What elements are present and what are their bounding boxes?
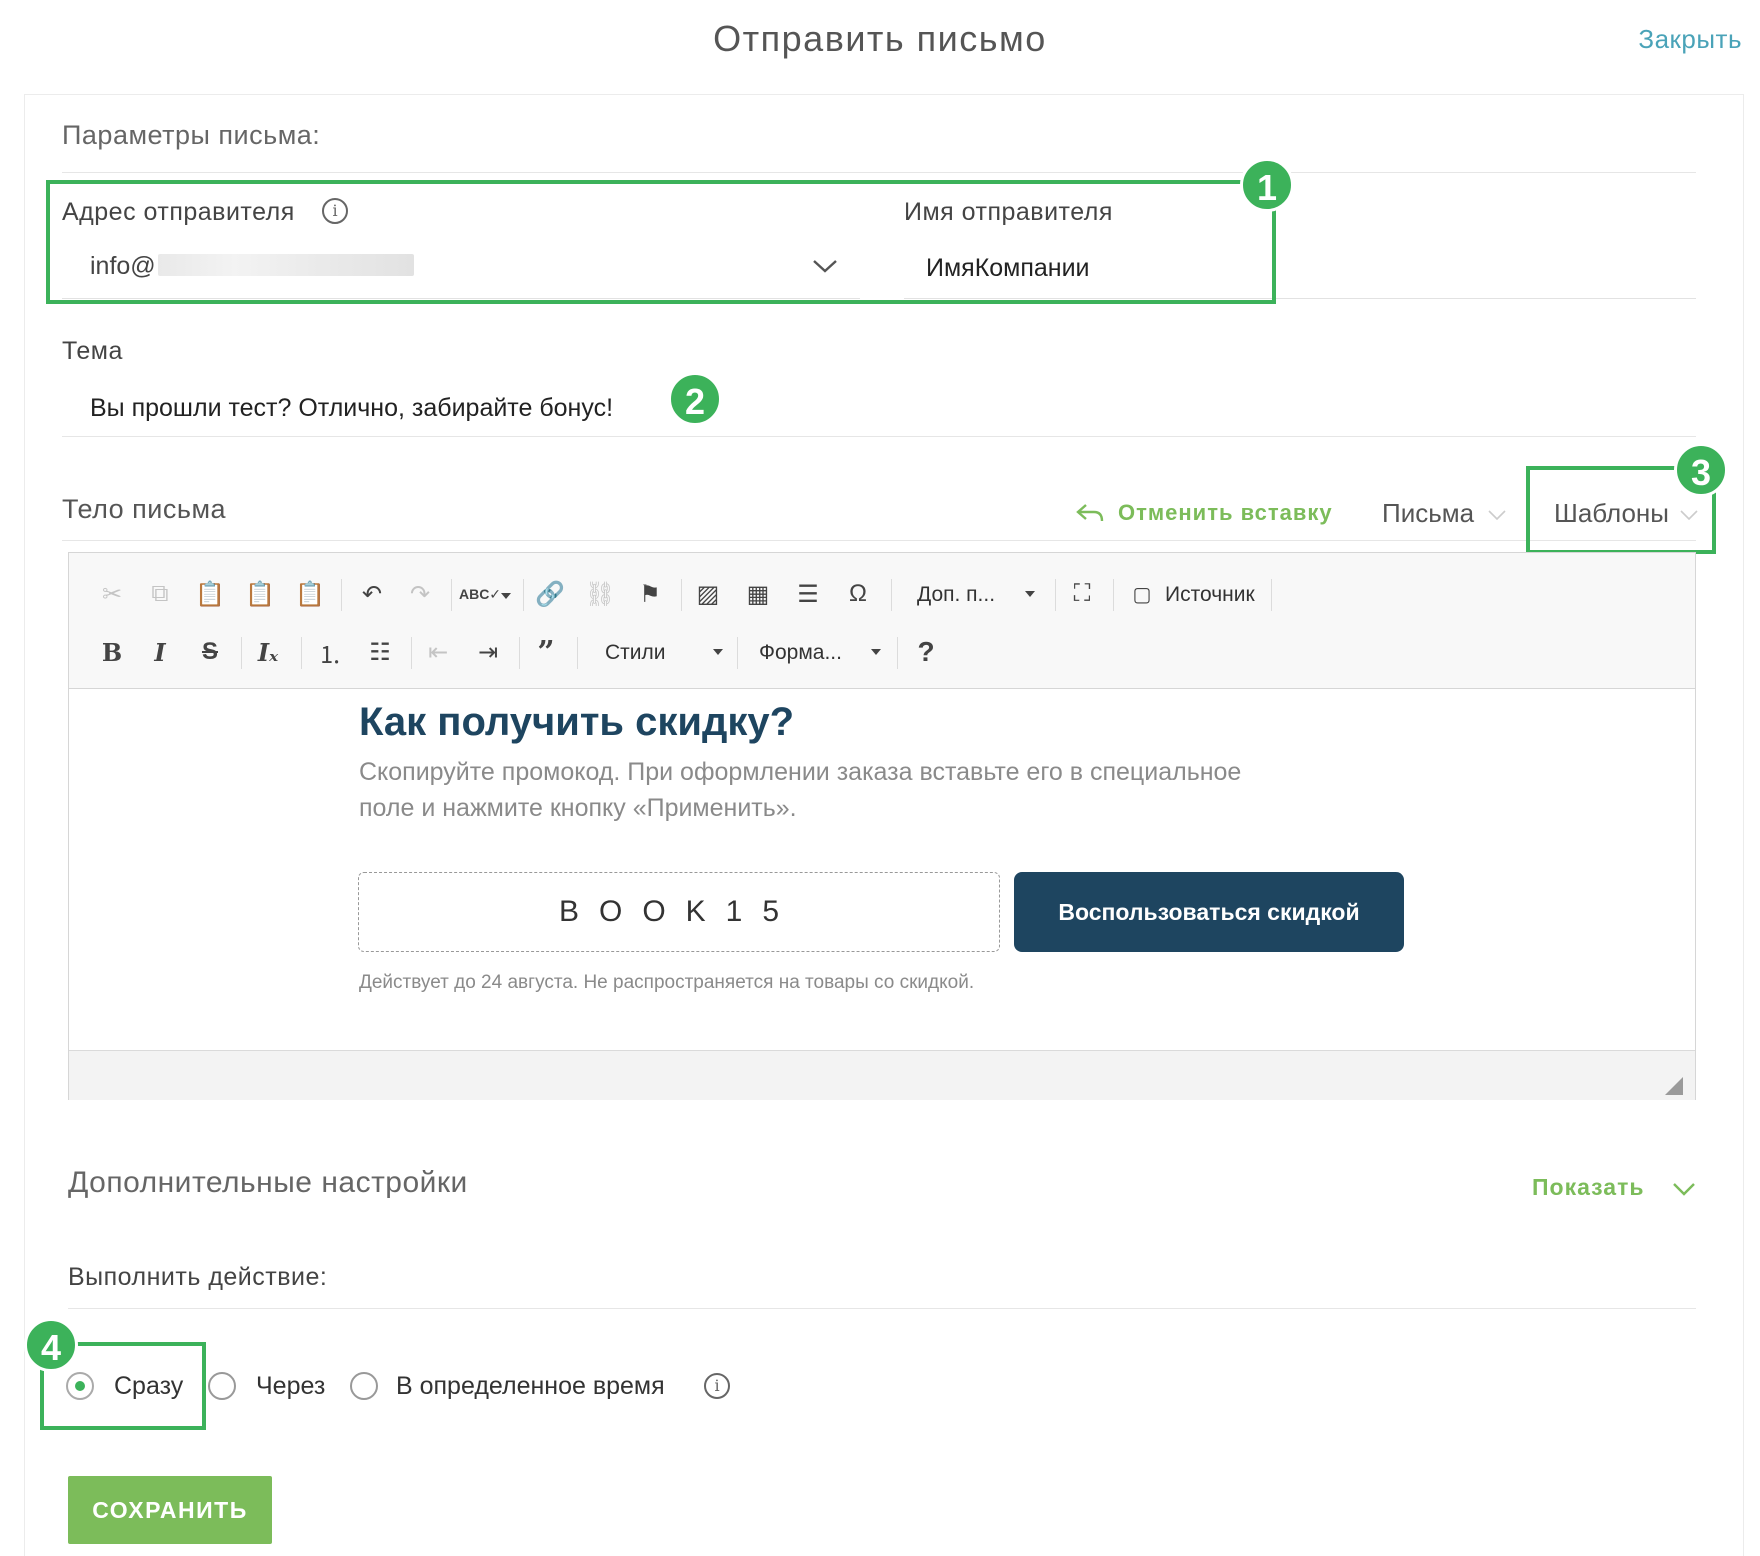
page-title: Отправить письмо [713, 18, 1047, 59]
promo-code-box[interactable]: BOOK15 [358, 872, 1000, 952]
link-icon[interactable]: 🔗 [533, 577, 567, 611]
outdent-icon[interactable]: ⇤ [421, 635, 455, 669]
resize-handle-icon[interactable] [1665, 1077, 1683, 1095]
divider [68, 1308, 1696, 1309]
horizontal-line-icon[interactable]: ☰ [791, 577, 825, 611]
maximize-icon[interactable]: ⛶ [1065, 577, 1099, 611]
radio-after-label: Через [256, 1372, 326, 1400]
help-icon[interactable]: ? [909, 635, 943, 669]
undo-insert-label: Отменить вставку [1118, 500, 1333, 525]
table-icon[interactable]: ▦ [741, 577, 775, 611]
chevron-down-icon [1488, 510, 1506, 520]
undo-icon[interactable]: ↶ [355, 577, 389, 611]
params-section-label: Параметры письма: [62, 120, 321, 150]
bold-icon[interactable]: B [95, 635, 129, 669]
remove-format-icon[interactable]: Iₓ [251, 635, 285, 669]
numbered-list-icon[interactable]: ⒈ [313, 635, 347, 669]
body-label: Тело письма [62, 494, 227, 524]
unlink-icon[interactable]: ⛓ [583, 577, 617, 611]
editor-statusbar [69, 1050, 1695, 1100]
email-footnote: Действует до 24 августа. Не распространя… [359, 972, 975, 993]
blockquote-icon[interactable]: ” [529, 635, 563, 670]
highlight-box-1 [46, 180, 1276, 304]
paste-text-icon[interactable]: 📋 [243, 577, 277, 611]
anchor-flag-icon[interactable]: ⚑ [633, 577, 667, 611]
show-advanced-label: Показать [1532, 1174, 1645, 1200]
cut-icon[interactable]: ✂ [95, 577, 129, 611]
radio-button [208, 1372, 236, 1400]
bullet-list-icon[interactable]: ☷ [363, 635, 397, 669]
paste-word-icon[interactable]: 📋 [293, 577, 327, 611]
editor-content[interactable]: Как получить скидку? Скопируйте промокод… [69, 690, 1695, 1050]
radio-after[interactable]: Через [208, 1368, 338, 1404]
copy-icon[interactable]: ⧉ [143, 577, 177, 611]
email-paragraph-line1: Скопируйте промокод. При оформлении зака… [359, 758, 1242, 786]
divider [62, 540, 1696, 541]
email-heading: Как получить скидку? [359, 700, 795, 744]
strikethrough-icon[interactable]: S [193, 635, 227, 669]
source-button[interactable]: Источник [1165, 583, 1255, 607]
radio-scheduled-label: В определенное время [396, 1372, 665, 1400]
step-badge-4: 4 [24, 1318, 78, 1372]
format-dropdown[interactable]: Форма... [759, 641, 842, 665]
info-icon[interactable]: i [704, 1373, 730, 1399]
advanced-settings-label: Дополнительные настройки [68, 1166, 468, 1199]
special-char-icon[interactable]: Ω [841, 577, 875, 611]
letters-dropdown[interactable]: Письма [1382, 496, 1512, 532]
paste-icon[interactable]: 📋 [193, 577, 227, 611]
step-badge-1: 1 [1240, 158, 1294, 212]
editor-toolbar: ✂ ⧉ 📋 📋 📋 ↶ ↷ ABC✓ 🔗 ⛓ ⚑ ▨ ▦ ☰ Ω Доп. п.… [69, 553, 1695, 689]
save-button[interactable]: СОХРАНИТЬ [68, 1476, 272, 1544]
subject-underline [62, 436, 1696, 437]
more-dropdown[interactable]: Доп. п... [917, 583, 995, 607]
radio-scheduled[interactable]: В определенное время [350, 1368, 690, 1404]
image-icon[interactable]: ▨ [691, 577, 725, 611]
step-badge-3: 3 [1674, 443, 1728, 497]
email-paragraph-line2: поле и нажмите кнопку «Применить». [359, 794, 797, 822]
source-icon[interactable]: ▢ [1125, 577, 1159, 611]
letters-dropdown-label: Письма [1382, 498, 1475, 528]
divider [62, 172, 1696, 173]
chevron-down-icon [1673, 1183, 1695, 1196]
close-link[interactable]: Закрыть [1638, 24, 1742, 55]
indent-icon[interactable]: ⇥ [471, 635, 505, 669]
italic-icon[interactable]: I [143, 635, 177, 669]
show-advanced-toggle[interactable]: Показать [1532, 1170, 1696, 1206]
action-label: Выполнить действие: [68, 1263, 328, 1291]
use-discount-button[interactable]: Воспользоваться скидкой [1014, 872, 1404, 952]
subject-input[interactable]: Вы прошли тест? Отлично, забирайте бонус… [90, 394, 613, 423]
spellcheck-icon[interactable]: ABC✓ [459, 577, 501, 611]
step-badge-2: 2 [668, 372, 722, 426]
redo-icon[interactable]: ↷ [403, 577, 437, 611]
radio-button [350, 1372, 378, 1400]
reply-arrow-icon [1076, 504, 1104, 522]
styles-dropdown[interactable]: Стили [605, 641, 666, 665]
subject-label: Тема [62, 337, 123, 365]
rich-text-editor: ✂ ⧉ 📋 📋 📋 ↶ ↷ ABC✓ 🔗 ⛓ ⚑ ▨ ▦ ☰ Ω Доп. п.… [68, 552, 1696, 1100]
